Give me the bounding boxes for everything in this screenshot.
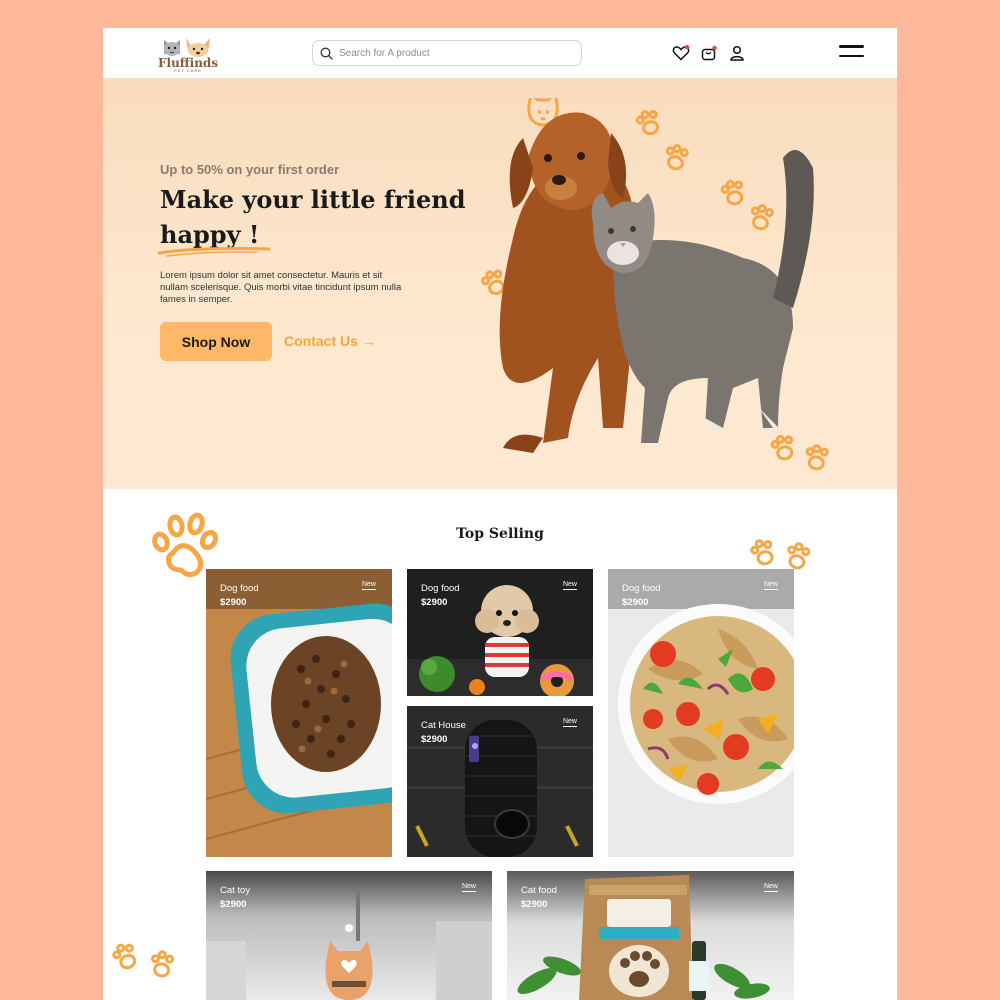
shop-now-button[interactable]: Shop Now — [160, 322, 272, 361]
product-card[interactable]: Cat House $2900 New — [407, 706, 593, 857]
product-card[interactable]: Dog food $2900 New — [608, 569, 794, 857]
new-badge: New — [562, 581, 577, 590]
promo-text: Up to 50% on your first order — [160, 162, 340, 177]
user-icon[interactable] — [728, 44, 746, 62]
search-icon — [320, 47, 333, 60]
cart-icon[interactable] — [700, 44, 718, 62]
header: Fluffinds PET CARE — [103, 28, 897, 78]
hero-headline: Make your little friend happy ! — [160, 182, 480, 252]
dog-and-cat-illustration — [480, 98, 829, 471]
product-price: $2900 — [421, 597, 448, 608]
headline-line-1: Make your little friend — [160, 185, 466, 214]
paw-prints-icon — [112, 943, 175, 978]
product-category: Cat House — [421, 720, 466, 731]
new-badge: New — [763, 883, 778, 892]
page-frame: Fluffinds PET CARE Search for A product … — [103, 28, 897, 1000]
brush-underline — [157, 247, 271, 257]
product-category: Cat food — [521, 885, 557, 896]
product-price: $2900 — [220, 899, 247, 910]
kibble-bowl-image — [206, 569, 392, 857]
paw-prints-icon — [750, 539, 811, 570]
product-price: $2900 — [220, 597, 247, 608]
logo[interactable]: Fluffinds PET CARE — [158, 32, 218, 74]
product-category: Dog food — [220, 583, 259, 594]
brand-tagline: PET CARE — [174, 68, 202, 73]
product-price: $2900 — [622, 597, 649, 608]
heart-icon[interactable] — [672, 44, 690, 62]
product-card[interactable]: Cat toy $2900 New — [206, 871, 492, 1000]
hero-description: Lorem ipsum dolor sit amet consectetur. … — [160, 270, 402, 305]
product-card[interactable]: Dog food $2900 New — [407, 569, 593, 696]
product-price: $2900 — [521, 899, 548, 910]
search-bar[interactable] — [312, 40, 582, 66]
contact-us-link[interactable]: Contact Us → — [284, 333, 376, 349]
new-badge: New — [763, 581, 778, 590]
product-card[interactable]: Dog food $2900 New — [206, 569, 392, 857]
menu-icon[interactable] — [839, 45, 865, 61]
product-category: Dog food — [622, 583, 661, 594]
new-badge: New — [562, 718, 577, 727]
pasta-salad-image — [608, 569, 794, 857]
cat-dog-logo-icon — [164, 38, 210, 57]
product-category: Cat toy — [220, 885, 251, 896]
hero-banner: Up to 50% on your first order Make your … — [103, 78, 897, 489]
search-input[interactable] — [339, 45, 575, 61]
new-badge: New — [461, 883, 476, 892]
product-card[interactable]: Cat food $2900 New — [507, 871, 794, 1000]
product-category: Dog food — [421, 583, 460, 594]
product-price: $2900 — [421, 734, 448, 745]
new-badge: New — [361, 581, 376, 590]
